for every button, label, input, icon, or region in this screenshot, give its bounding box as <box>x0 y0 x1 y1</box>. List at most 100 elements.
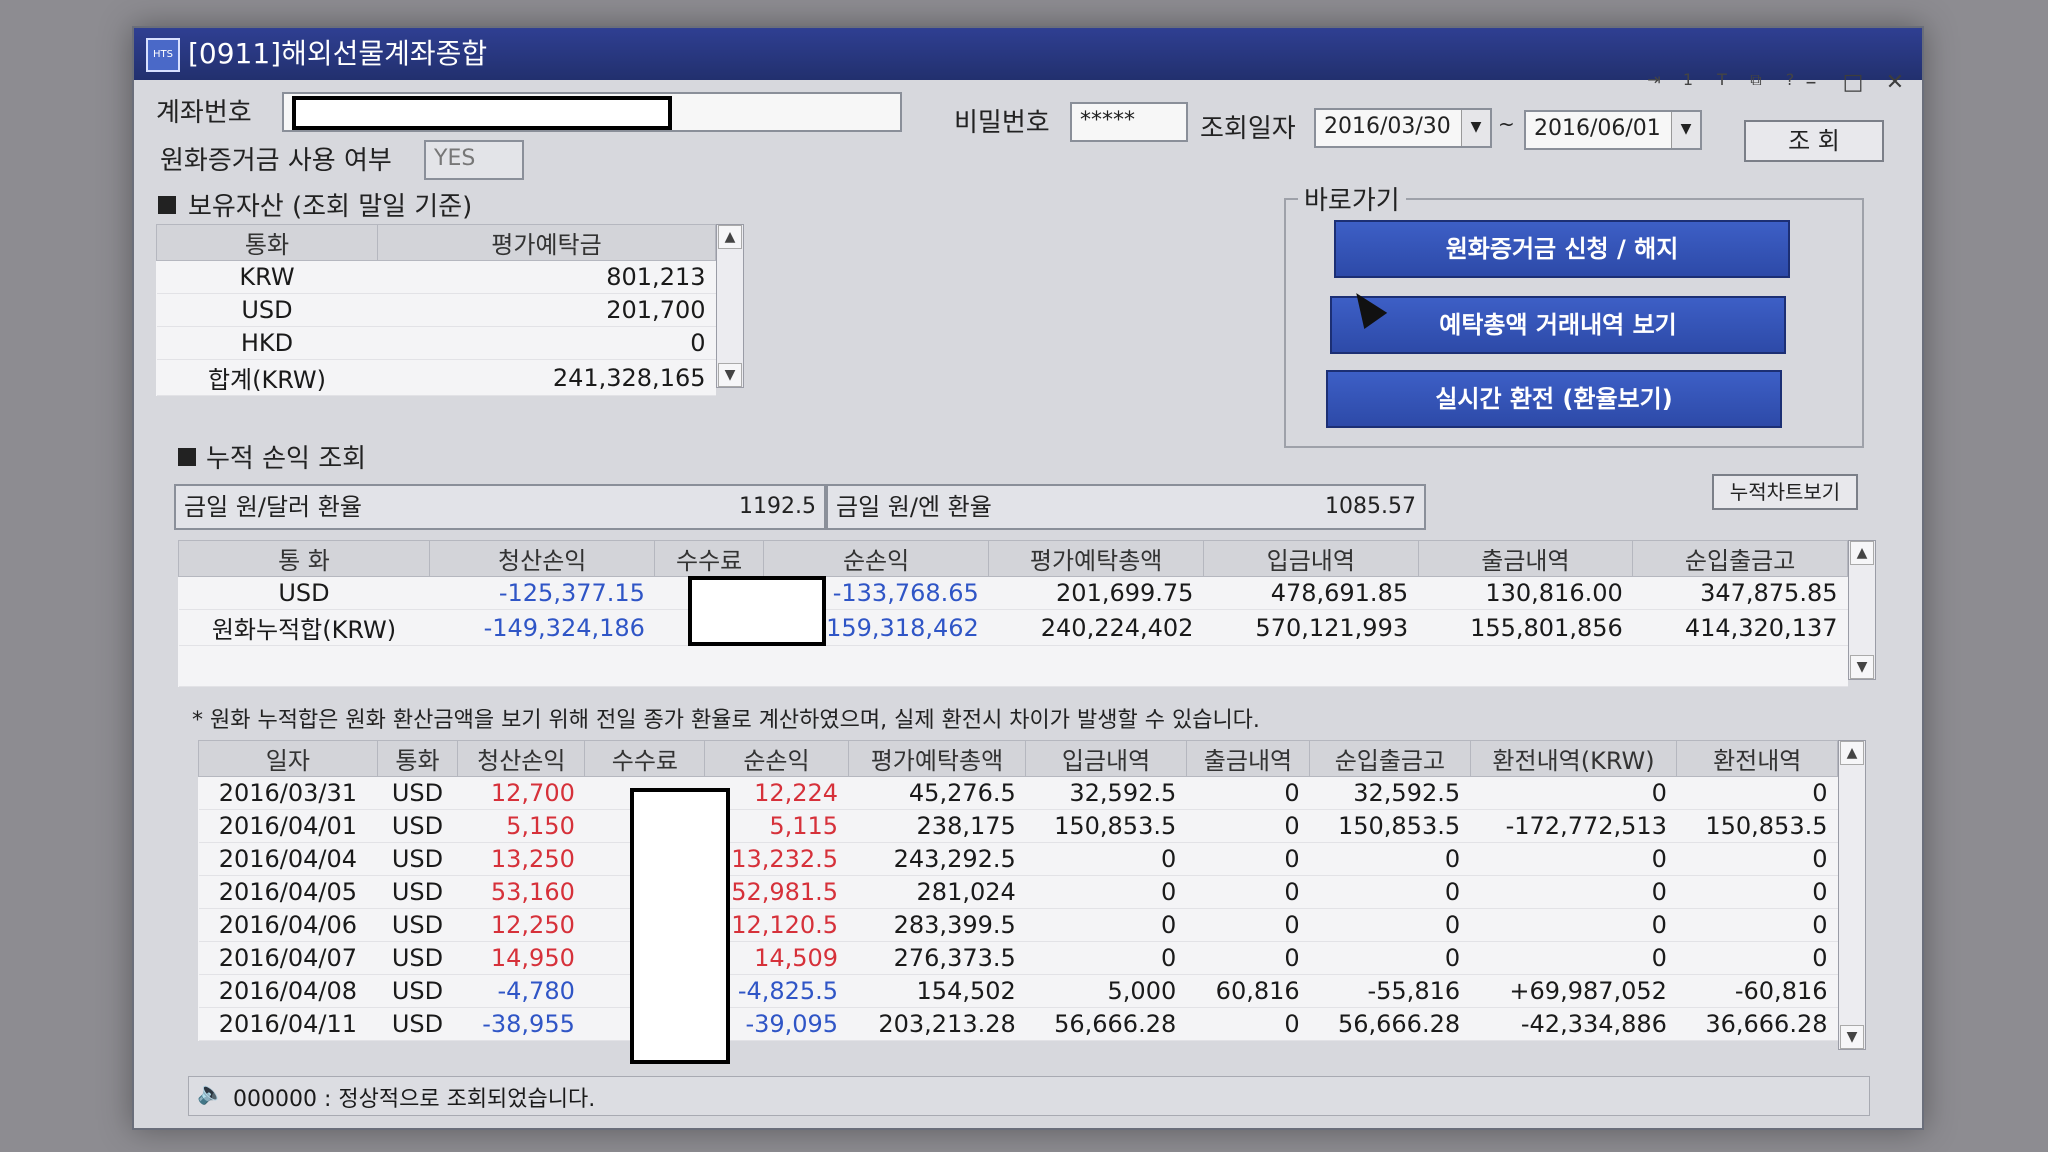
usd-rate-value: 1192.5 <box>739 494 816 519</box>
date-cell: 2016/04/08 <box>198 974 378 1008</box>
scroll-down-icon[interactable]: ▼ <box>1850 655 1874 679</box>
section-marker-icon <box>178 448 196 466</box>
withdraw-cell: 0 <box>1186 875 1310 909</box>
usd-rate-field: 금일 원/달러 환율 1192.5 <box>174 484 826 530</box>
scroll-up-icon[interactable]: ▲ <box>718 225 742 249</box>
date-to-field[interactable]: 2016/06/01 ▼ <box>1524 110 1702 150</box>
table-row[interactable]: 2016/04/07 USD 14,950 14,509 276,373.5 0 0 0 0 0 <box>198 941 1838 975</box>
deposit-in-cell: 5,000 <box>1025 974 1187 1008</box>
deposit-total-cell: 283,399.5 <box>848 908 1026 942</box>
cumulative-title: 누적 손익 조회 <box>206 444 367 474</box>
value-cell: 201,700 <box>377 293 716 327</box>
fx-krw-cell: +69,987,052 <box>1470 974 1677 1008</box>
fx-cell: 0 <box>1676 776 1838 810</box>
date-separator: ~ <box>1498 112 1515 136</box>
cumulative-chart-button[interactable]: 누적차트보기 <box>1712 474 1858 510</box>
pnl-cell: 14,950 <box>457 941 585 975</box>
pnl-cell: 53,160 <box>457 875 585 909</box>
fx-cell: 0 <box>1676 941 1838 975</box>
info-icon[interactable]: 1 <box>1676 68 1700 92</box>
net-io-cell: 414,320,137 <box>1632 609 1848 646</box>
deposit-in-cell: 0 <box>1025 908 1187 942</box>
table-row[interactable]: 2016/04/11 USD -38,955 -39,095 203,213.28 56,… <box>198 1007 1838 1041</box>
currency-cell: 원화누적합(KRW) <box>178 609 430 646</box>
fx-krw-cell: 0 <box>1470 875 1677 909</box>
currency-cell: USD <box>377 1007 458 1041</box>
date-to-value: 2016/06/01 <box>1534 116 1661 141</box>
column-header: 통화 <box>376 740 459 777</box>
deposit-total-cell: 281,024 <box>848 875 1026 909</box>
table-row[interactable]: 2016/04/05 USD 53,160 52,981.5 281,024 0 0 0 0 0 <box>198 875 1838 909</box>
password-field[interactable]: ***** <box>1070 102 1188 142</box>
net-io-cell: 150,853.5 <box>1309 809 1471 843</box>
table-row[interactable]: USD -125,377.15 -133,768.65 201,699.75 4… <box>178 576 1848 610</box>
withdraw-cell: 0 <box>1186 842 1310 876</box>
exchange-note: * 원화 누적합은 원화 환산금액을 보기 위해 전일 종가 환율로 계산하였으… <box>192 708 1260 733</box>
table-row[interactable]: 2016/03/31 USD 12,700 12,224 45,276.5 32,592.… <box>198 776 1838 810</box>
daily-scrollbar[interactable]: ▲ ▼ <box>1838 740 1866 1050</box>
date-cell: 2016/03/31 <box>198 776 378 810</box>
deposit-total-cell: 240,224,402 <box>988 609 1204 646</box>
minimize-icon[interactable]: – <box>1796 68 1826 98</box>
app-icon: HTS <box>146 38 180 72</box>
column-header: 출금내역 <box>1417 540 1634 577</box>
net-io-cell: 0 <box>1309 842 1471 876</box>
table-row[interactable]: 2016/04/04 USD 13,250 13,232.5 243,292.5 0 0 0 0… <box>198 842 1838 876</box>
deposit-in-cell: 32,592.5 <box>1025 776 1187 810</box>
table-row[interactable]: 원화누적합(KRW) -149,324,186 -159,318,462 240… <box>178 609 1848 646</box>
deposit-history-button[interactable]: 예탁총액 거래내역 보기 <box>1330 296 1786 354</box>
krw-margin-apply-button[interactable]: 원화증거금 신청 / 해지 <box>1334 220 1790 278</box>
table-row[interactable]: 합계(KRW) 241,328,165 <box>156 359 716 396</box>
speaker-icon: 🔈 <box>197 1081 225 1106</box>
chevron-down-icon[interactable]: ▼ <box>1461 110 1490 146</box>
scroll-down-icon[interactable]: ▼ <box>718 363 742 387</box>
currency-cell: USD <box>377 776 458 810</box>
currency-cell: USD <box>377 842 458 876</box>
query-button[interactable]: 조 회 <box>1744 120 1884 162</box>
redacted-fee <box>688 576 826 646</box>
table-row[interactable]: USD 201,700 <box>156 293 716 327</box>
scroll-up-icon[interactable]: ▲ <box>1850 541 1874 565</box>
date-from-field[interactable]: 2016/03/30 ▼ <box>1314 108 1492 148</box>
deposit-total-cell: 45,276.5 <box>848 776 1026 810</box>
net-io-cell: 32,592.5 <box>1309 776 1471 810</box>
table-row[interactable]: KRW 801,213 <box>156 260 716 294</box>
currency-cell: USD <box>377 875 458 909</box>
withdraw-cell: 155,801,856 <box>1418 609 1633 646</box>
withdraw-cell: 0 <box>1186 1007 1310 1041</box>
tool-buttons: ⇥ 1 T ⧉ ? <box>1642 68 1802 92</box>
password-label: 비밀번호 <box>954 108 1050 138</box>
main-window: HTS [0911]해외선물계좌종합 ⇥ 1 T ⧉ ? – □ ✕ 계좌번호 … <box>132 26 1924 1130</box>
fx-krw-cell: 0 <box>1470 842 1677 876</box>
holdings-scrollbar[interactable]: ▲ ▼ <box>716 224 744 388</box>
pnl-cell: -4,780 <box>457 974 585 1008</box>
column-header: 수수료 <box>584 740 706 777</box>
date-cell: 2016/04/11 <box>198 1007 378 1041</box>
exit-icon[interactable]: ⇥ <box>1642 68 1666 92</box>
fx-krw-cell: -172,772,513 <box>1470 809 1677 843</box>
net-io-cell: -55,816 <box>1309 974 1471 1008</box>
close-icon[interactable]: ✕ <box>1880 68 1910 98</box>
copy-icon[interactable]: ⧉ <box>1744 68 1768 92</box>
table-row[interactable]: 2016/04/01 USD 5,150 5,115 238,175 150,853.5 0… <box>198 809 1838 843</box>
query-date-label: 조회일자 <box>1200 114 1296 144</box>
column-header: 통화 <box>156 224 378 261</box>
cumulative-scrollbar[interactable]: ▲ ▼ <box>1848 540 1876 680</box>
currency-cell: USD <box>377 941 458 975</box>
scroll-down-icon[interactable]: ▼ <box>1840 1025 1864 1049</box>
table-row[interactable]: 2016/04/06 USD 12,250 12,120.5 283,399.5 0 0 0 0… <box>198 908 1838 942</box>
column-header: 청산손익 <box>428 540 656 577</box>
table-row[interactable]: HKD 0 <box>156 326 716 360</box>
jpy-rate-field: 금일 원/엔 환율 1085.57 <box>826 484 1426 530</box>
scroll-up-icon[interactable]: ▲ <box>1840 741 1864 765</box>
chevron-down-icon[interactable]: ▼ <box>1671 112 1700 148</box>
withdraw-cell: 60,816 <box>1186 974 1310 1008</box>
table-row[interactable]: 2016/04/08 USD -4,780 -4,825.5 154,502 5,000 6… <box>198 974 1838 1008</box>
text-icon[interactable]: T <box>1710 68 1734 92</box>
realtime-exchange-button[interactable]: 실시간 환전 (환율보기) <box>1326 370 1782 428</box>
column-header: 평가예탁총액 <box>847 740 1027 777</box>
net-io-cell: 0 <box>1309 908 1471 942</box>
date-from-value: 2016/03/30 <box>1324 114 1451 139</box>
maximize-icon[interactable]: □ <box>1838 68 1868 98</box>
deposit-total-cell: 243,292.5 <box>848 842 1026 876</box>
